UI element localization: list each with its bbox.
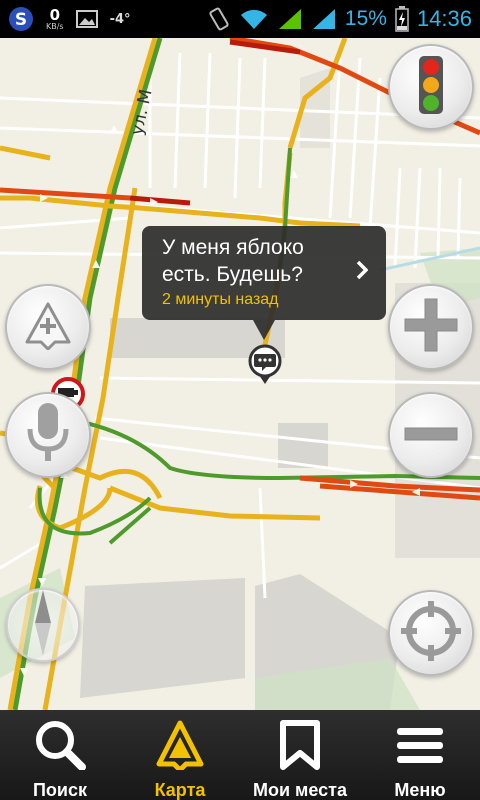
tab-menu-label: Меню bbox=[394, 780, 446, 800]
speed-value: 0 bbox=[49, 5, 61, 24]
tab-my-places-label: Мои места bbox=[253, 780, 347, 800]
traffic-button[interactable] bbox=[388, 44, 474, 130]
search-icon bbox=[34, 720, 86, 774]
battery-charging-icon bbox=[395, 6, 409, 32]
zoom-out-button[interactable] bbox=[388, 392, 474, 478]
tab-map[interactable]: Карта bbox=[120, 710, 240, 800]
bookmark-icon bbox=[278, 720, 322, 774]
plus-icon bbox=[403, 297, 459, 357]
tab-menu[interactable]: Меню bbox=[360, 710, 480, 800]
status-bar: S 0 KB/s -4° 15% 14:36 bbox=[0, 0, 480, 38]
rotation-icon bbox=[207, 7, 231, 31]
traffic-light-icon bbox=[418, 55, 444, 119]
chevron-right-icon[interactable] bbox=[356, 260, 369, 284]
temperature: -4° bbox=[109, 11, 131, 27]
compass-icon bbox=[33, 590, 53, 660]
comment-time: 2 минуты назад bbox=[162, 291, 279, 308]
map-arrow-icon bbox=[156, 720, 204, 774]
minus-icon bbox=[403, 426, 459, 445]
comment-bubble-pointer bbox=[253, 320, 275, 340]
tab-map-label: Карта bbox=[154, 780, 206, 800]
comment-message: У меня яблоко есть. Будешь? bbox=[162, 236, 304, 286]
tab-search[interactable]: Поиск bbox=[0, 710, 120, 800]
comment-bubble[interactable]: У меня яблоко есть. Будешь? 2 минуты наз… bbox=[142, 226, 386, 320]
gallery-icon bbox=[75, 10, 98, 28]
road-event-triangle-icon bbox=[23, 300, 73, 354]
clock: 14:36 bbox=[416, 6, 472, 31]
sync-icon: S bbox=[8, 6, 34, 32]
speed-unit: KB/s bbox=[46, 21, 64, 31]
zoom-in-button[interactable] bbox=[388, 284, 474, 370]
svg-text:S: S bbox=[15, 10, 27, 30]
compass-button[interactable] bbox=[6, 588, 80, 662]
tab-my-places[interactable]: Мои места bbox=[240, 710, 360, 800]
tab-search-label: Поиск bbox=[32, 780, 88, 800]
signal-icon-2 bbox=[311, 7, 337, 31]
battery-percent: 15% bbox=[344, 7, 387, 30]
voice-search-button[interactable] bbox=[5, 392, 91, 478]
menu-icon bbox=[395, 720, 445, 774]
network-speed: 0 KB/s bbox=[46, 5, 64, 31]
my-location-button[interactable] bbox=[388, 590, 474, 676]
crosshair-icon bbox=[399, 599, 463, 667]
map-view[interactable]: ул. М bbox=[0, 35, 480, 711]
signal-icon-1 bbox=[277, 7, 303, 31]
microphone-icon bbox=[26, 401, 70, 469]
add-road-event-button[interactable] bbox=[5, 284, 91, 370]
bottom-tab-bar: Поиск Карта Мои места Меню bbox=[0, 710, 480, 800]
screen: S 0 KB/s -4° 15% 14:36 ул. М У меня ябло… bbox=[0, 0, 480, 800]
wifi-icon bbox=[239, 7, 269, 31]
